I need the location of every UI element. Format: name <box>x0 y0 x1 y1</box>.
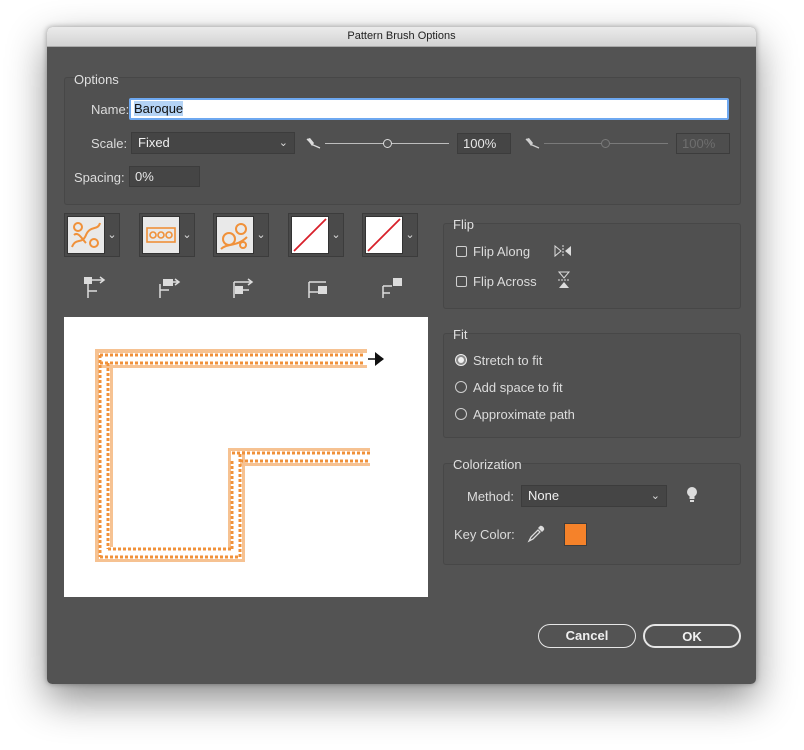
baroque-side-tile-icon <box>71 222 101 248</box>
flip-across-checkbox[interactable] <box>456 276 467 287</box>
flip-panel <box>443 223 741 309</box>
name-label: Name: <box>91 102 130 117</box>
chevron-down-icon: ⌄ <box>331 229 341 241</box>
scale-slider-knob[interactable] <box>383 139 392 148</box>
options-section-title: Options <box>74 72 119 87</box>
side-tile-type-icon <box>84 276 106 298</box>
inner-corner-tile-selector[interactable]: ⌄ <box>213 213 269 257</box>
name-field[interactable]: Baroque <box>129 98 729 120</box>
pattern-preview-path <box>95 349 384 562</box>
pen-pressure-icon <box>306 138 321 149</box>
method-label: Method: <box>467 489 514 504</box>
start-tile-selector[interactable]: ⌄ <box>288 213 344 257</box>
approximate-path-label[interactable]: Approximate path <box>473 407 575 422</box>
flip-along-icon <box>554 244 571 258</box>
pattern-brush-options-dialog: Pattern Brush Options Options Name: Baro… <box>47 27 756 684</box>
pattern-preview <box>64 317 428 597</box>
scale-dropdown[interactable]: Fixed ⌄ <box>131 132 295 154</box>
ok-button[interactable]: OK <box>643 624 741 648</box>
none-tile-icon <box>293 218 327 252</box>
flip-section-title: Flip <box>453 217 474 232</box>
approximate-path-radio[interactable] <box>455 408 467 420</box>
outer-corner-tile-selector[interactable]: ⌄ <box>139 213 195 257</box>
add-space-to-fit-radio[interactable] <box>455 381 467 393</box>
name-value: Baroque <box>134 101 184 116</box>
colorization-panel <box>443 463 741 565</box>
end-tile-selector[interactable]: ⌄ <box>362 213 418 257</box>
key-color-label: Key Color: <box>454 527 515 542</box>
fit-section-title: Fit <box>453 327 468 342</box>
none-tile-icon <box>367 218 401 252</box>
inner-corner-tile-type-icon <box>233 278 254 298</box>
flip-across-label[interactable]: Flip Across <box>473 274 537 289</box>
flip-across-icon <box>557 271 571 288</box>
chevron-down-icon: ⌄ <box>182 229 192 241</box>
stretch-to-fit-radio[interactable] <box>455 354 467 366</box>
dialog-title: Pattern Brush Options <box>47 27 756 47</box>
chevron-down-icon: ⌄ <box>278 137 288 149</box>
pen-pressure-icon-2 <box>525 138 540 149</box>
chevron-down-icon: ⌄ <box>650 490 660 502</box>
chevron-down-icon: ⌄ <box>256 229 266 241</box>
add-space-to-fit-label[interactable]: Add space to fit <box>473 380 563 395</box>
stretch-to-fit-label[interactable]: Stretch to fit <box>473 353 542 368</box>
baroque-outer-corner-icon <box>146 227 176 243</box>
scale-label: Scale: <box>91 136 128 151</box>
key-color-swatch[interactable] <box>564 523 587 546</box>
baroque-inner-corner-icon <box>220 223 248 250</box>
side-tile-selector[interactable]: ⌄ <box>64 213 120 257</box>
cancel-button[interactable]: Cancel <box>538 624 636 648</box>
chevron-down-icon: ⌄ <box>405 229 415 241</box>
lightbulb-tips-icon[interactable] <box>686 486 698 504</box>
colorization-section-title: Colorization <box>453 457 522 472</box>
end-tile-type-icon <box>382 278 402 298</box>
flip-along-label[interactable]: Flip Along <box>473 244 530 259</box>
method-value: None <box>528 488 560 503</box>
scale-percent-field[interactable]: 100% <box>457 133 511 154</box>
scale-percent-field-2: 100% <box>676 133 730 154</box>
flip-along-checkbox[interactable] <box>456 246 467 257</box>
chevron-down-icon: ⌄ <box>107 229 117 241</box>
scale-value: Fixed <box>138 135 170 150</box>
spacing-field[interactable]: 0% <box>129 166 200 187</box>
method-dropdown[interactable]: None ⌄ <box>521 485 667 507</box>
outer-corner-tile-type-icon <box>159 278 181 298</box>
spacing-label: Spacing: <box>74 170 125 185</box>
eyedropper-icon[interactable] <box>527 525 545 543</box>
start-tile-type-icon <box>308 281 327 298</box>
